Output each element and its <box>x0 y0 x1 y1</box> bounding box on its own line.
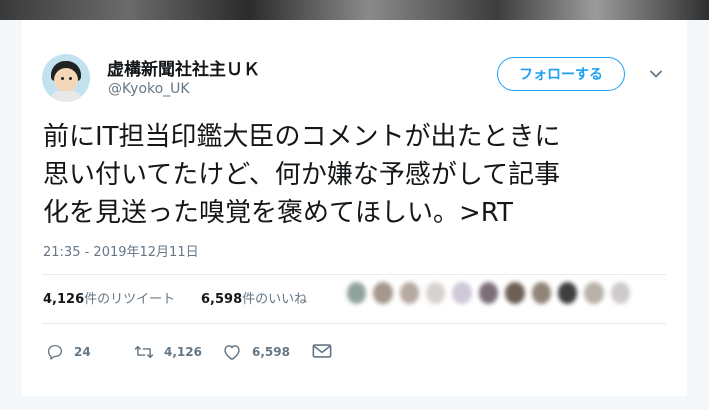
tweet-timestamp[interactable]: 21:35 - 2019年12月11日 <box>43 241 199 260</box>
divider <box>42 323 666 324</box>
liker-avatar[interactable] <box>610 282 630 304</box>
liker-avatar[interactable] <box>399 282 420 304</box>
retweet-stat-count: 4,126 <box>43 292 85 307</box>
like-stat-count: 6,598 <box>201 292 243 307</box>
like-stat-label: 件のいいね <box>242 292 308 307</box>
divider <box>42 274 666 275</box>
tweet-text-line: 化を見送った嗅覚を褒めてほしい。>RT <box>43 198 513 228</box>
liker-avatar[interactable] <box>531 282 551 304</box>
like-action[interactable]: 6,598 <box>222 343 290 361</box>
reply-icon <box>47 344 63 360</box>
liker-avatar[interactable] <box>557 282 578 304</box>
retweet-action[interactable]: 4,126 <box>134 343 202 361</box>
reply-action[interactable]: 24 <box>46 343 91 361</box>
like-count: 6,598 <box>252 345 290 359</box>
follow-button[interactable]: フォローする <box>497 57 625 91</box>
liker-avatar[interactable] <box>584 282 604 304</box>
like-stat[interactable]: 6,598件のいいね <box>201 288 307 307</box>
tweet-text: 前にIT担当印鑑大臣のコメントが出たときに 思い付いてたけど、何か嫌な予感がして… <box>43 118 673 232</box>
liker-avatar[interactable] <box>452 282 472 304</box>
liker-avatar[interactable] <box>373 282 393 304</box>
liker-avatar[interactable] <box>478 282 499 304</box>
retweet-count: 4,126 <box>164 345 202 359</box>
liker-avatars <box>347 282 637 308</box>
tweet-card: 虚構新聞社社主ＵＫ @Kyoko_UK フォローする 前にIT担当印鑑大臣のコメ… <box>22 20 687 396</box>
mail-icon <box>312 344 332 358</box>
heart-icon <box>224 345 240 361</box>
liker-avatar[interactable] <box>426 282 446 304</box>
user-handle[interactable]: @Kyoko_UK <box>108 81 190 97</box>
retweet-stat[interactable]: 4,126件のリツイート <box>43 288 175 307</box>
chevron-down-icon[interactable] <box>644 62 668 86</box>
retweet-stat-label: 件のリツイート <box>84 292 176 307</box>
retweet-icon <box>134 345 154 359</box>
avatar[interactable] <box>42 54 90 102</box>
display-name[interactable]: 虚構新聞社社主ＵＫ <box>107 55 260 80</box>
tweet-text-line: 前にIT担当印鑑大臣のコメントが出たときに <box>43 122 561 152</box>
reply-count: 24 <box>74 345 91 359</box>
liker-avatar[interactable] <box>505 282 525 304</box>
liker-avatar[interactable] <box>347 282 367 304</box>
background-photo-strip <box>0 0 709 20</box>
tweet-text-line: 思い付いてたけど、何か嫌な予感がして記事 <box>43 160 561 190</box>
direct-message-action[interactable] <box>312 343 342 359</box>
